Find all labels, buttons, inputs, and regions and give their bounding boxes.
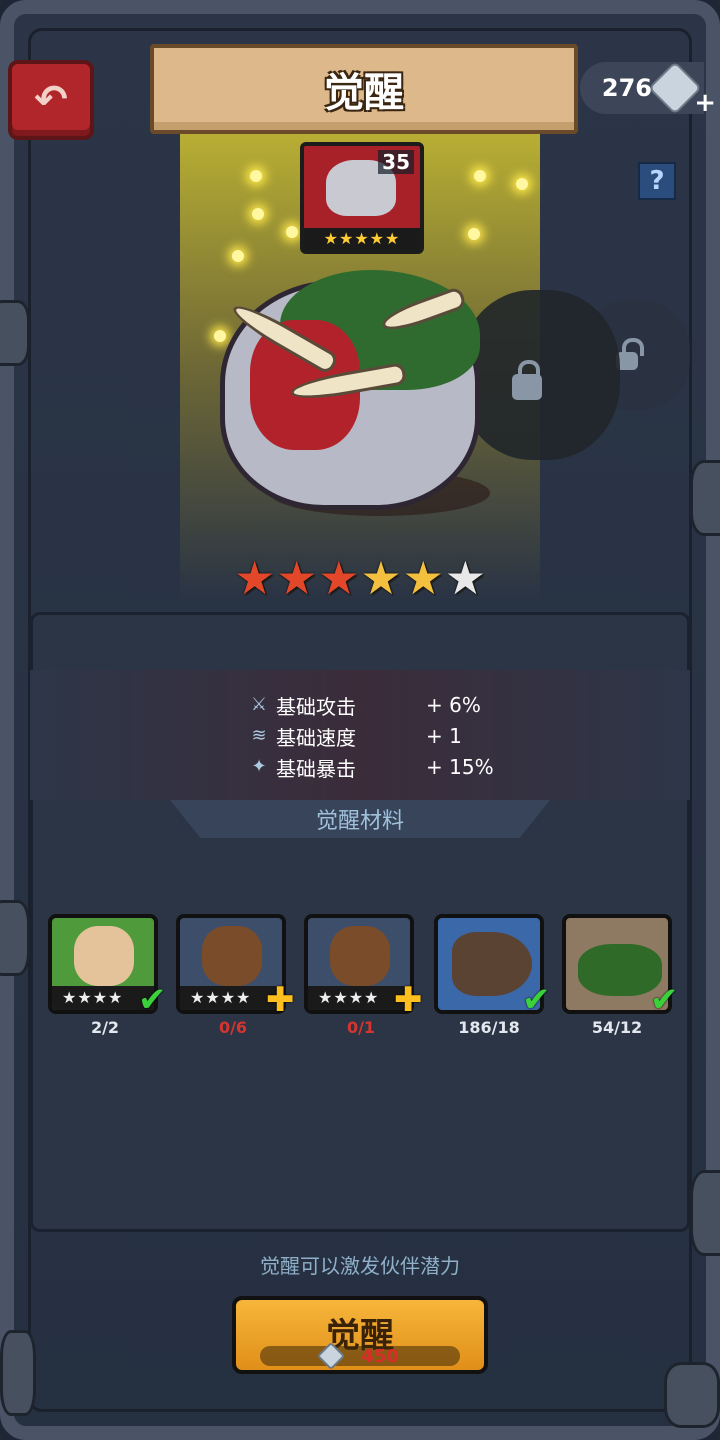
stat-row-crit: ✦ 基础暴击 + 15% [248,752,508,782]
title-banner: 觉醒 [150,44,578,134]
glow-spark [516,178,528,190]
currency-value: 276 [601,74,652,102]
awaken-cost: 450 [260,1341,460,1371]
stat-row-attack: ⚔ 基础攻击 + 6% [248,690,508,720]
hero-level: 35 [378,150,414,174]
back-arrow-icon: ↶ [34,77,68,123]
frame-rock [690,460,720,536]
stat-value: + 6% [426,693,481,717]
add-icon[interactable]: ✚ [266,980,295,1020]
back-button[interactable]: ↶ [8,60,94,140]
glow-spark [286,226,298,238]
add-icon[interactable]: ✚ [394,980,423,1020]
hero-face-icon [202,926,262,986]
frame-rock [0,1330,36,1416]
glow-spark [214,330,226,342]
glow-spark [468,228,480,240]
awaken-star: ★ [234,551,276,605]
awaken-button[interactable]: 觉醒 450 [232,1296,488,1374]
awaken-cost-value: 450 [361,1345,399,1367]
wing-icon: ≋ [251,725,267,746]
help-button[interactable]: ? [638,162,676,200]
hero-face-icon [74,926,134,986]
check-icon: ✔ [522,980,551,1020]
glow-spark [252,208,264,220]
awaken-star: ★ [360,551,402,605]
material-count: 0/6 [218,1018,248,1037]
page-title: 觉醒 [324,70,404,116]
stat-value: + 1 [426,724,462,748]
check-icon: ✔ [138,980,167,1020]
wood-log-icon [452,932,532,996]
stat-row-speed: ≋ 基础速度 + 1 [248,721,508,751]
material-count: 0/1 [346,1018,376,1037]
glow-spark [474,170,486,182]
check-icon: ✔ [650,980,679,1020]
stat-value: + 15% [426,755,494,779]
glow-spark [250,170,262,182]
awaken-star: ★ [276,551,318,605]
awaken-hint: 觉醒可以激发伙伴潜力 [260,1254,460,1278]
add-currency-icon[interactable]: + [694,88,716,118]
hero-face-icon [330,926,390,986]
material-count: 186/18 [458,1018,520,1037]
material-count: 54/12 [591,1018,643,1037]
stat-label: 基础速度 [276,725,356,750]
awaken-star-row: ★ ★ ★ ★ ★ ★ [234,552,486,604]
awaken-star: ★ [444,551,486,605]
portrait-stars: ★★★★★ [304,228,420,250]
lock-icon [512,360,542,400]
awaken-star: ★ [402,551,444,605]
sword-icon: ⚔ [250,694,268,715]
gem-icon [317,1341,346,1371]
awaken-star: ★ [318,551,360,605]
materials-header: 觉醒材料 [170,800,550,838]
frame-rock [0,900,30,976]
frame-rock [690,1170,720,1256]
material-count: 2/2 [90,1018,120,1037]
stat-label: 基础攻击 [276,694,356,719]
currency-display[interactable]: 276 [580,61,704,115]
glow-spark [232,250,244,262]
frame-rock [664,1362,720,1428]
crit-icon: ✦ [251,756,267,777]
stat-label: 基础暴击 [276,756,356,781]
hero-portrait: 35 ★★★★★ [300,142,424,254]
frame-rock [0,300,30,366]
